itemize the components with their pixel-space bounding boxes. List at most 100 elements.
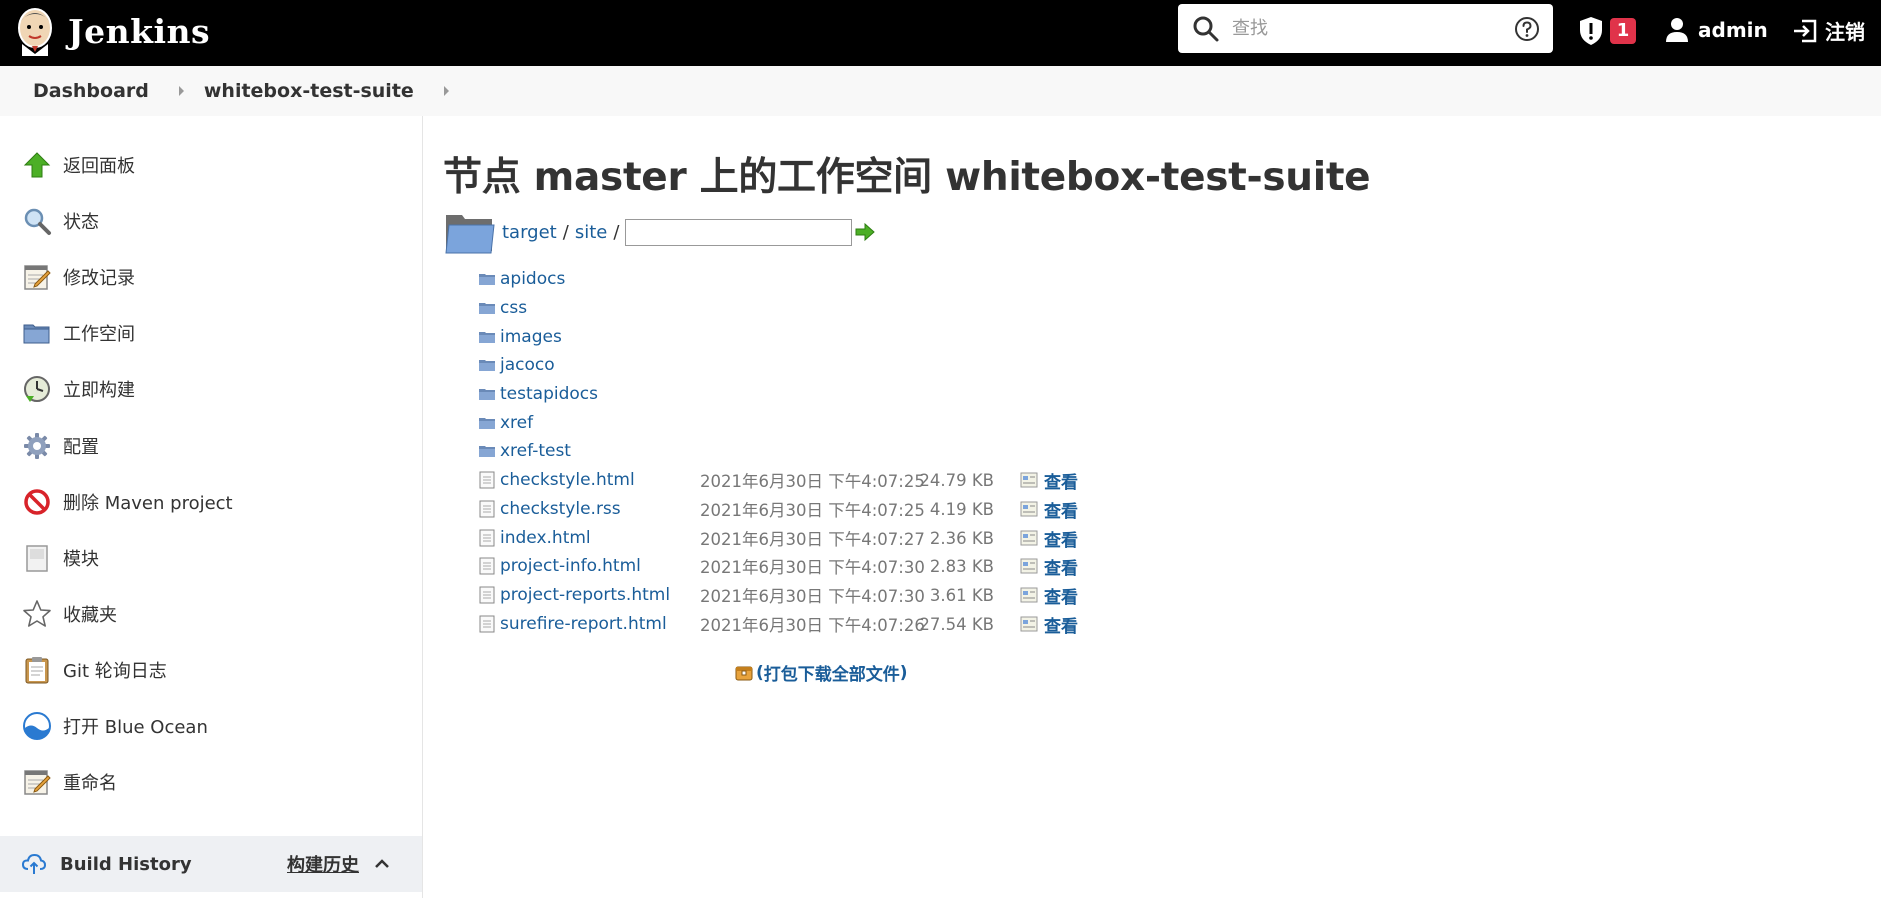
sidebar-item-configure[interactable]: 配置 [22,428,99,464]
sidebar-item-label: 工作空间 [63,324,135,345]
view-file-icon[interactable] [1020,501,1038,517]
download-open-paren: ( [756,662,764,683]
notepad-icon [24,265,51,290]
view-link[interactable]: 查看 [1044,497,1078,522]
breadcrumb-separator-icon[interactable] [443,86,449,96]
sidebar-item-rename[interactable]: 重命名 [22,764,117,800]
download-all-zip[interactable]: ( 打包下载全部文件 ) [734,660,908,685]
view-link[interactable]: 查看 [1044,526,1078,551]
list-item: jacoco [478,352,1098,378]
sidebar-item-status[interactable]: 状态 [22,203,99,239]
page-title: 节点 master 上的工作空间 whitebox-test-suite [443,155,1371,200]
file-icon [479,615,495,633]
view-file-icon[interactable] [1020,587,1038,603]
jenkins-logo[interactable]: Jenkins [14,6,210,56]
view-file-icon[interactable] [1020,616,1038,632]
file-size: 4.19 KB [929,499,994,519]
view-link[interactable]: 查看 [1044,554,1078,579]
breadcrumb-separator-icon[interactable] [178,86,184,96]
list-item: images [478,324,1098,350]
sidebar-item-git-polling-log[interactable]: Git 轮询日志 [22,652,167,688]
build-history-panel[interactable]: Build History 构建历史 [0,836,422,892]
sidebar-item-delete-project[interactable]: 删除 Maven project [22,484,233,520]
sidebar-item-label: 状态 [63,212,99,233]
file-link[interactable]: project-reports.html [500,585,670,605]
top-header: Jenkins 1 admin [0,0,1881,66]
folder-link[interactable]: xref-test [500,441,571,461]
list-item: xref-test [478,438,1098,464]
sidebar-item-workspace[interactable]: 工作空间 [22,315,135,351]
view-file-icon[interactable] [1020,558,1038,574]
user-menu[interactable]: admin [1664,16,1768,44]
notepad-icon [24,770,51,795]
file-link[interactable]: checkstyle.html [500,470,635,490]
search-icon [1193,16,1219,41]
sidebar-item-label: 修改记录 [63,268,135,289]
sidebar-item-back-to-dashboard[interactable]: 返回面板 [22,147,135,183]
folder-icon [445,215,495,254]
folder-icon [479,332,495,343]
path-separator: / [562,221,569,243]
folder-link[interactable]: css [500,298,527,318]
file-link[interactable]: checkstyle.rss [500,499,621,519]
file-link[interactable]: surefire-report.html [500,614,667,634]
logout-button[interactable]: 注销 [1791,16,1865,45]
list-item: css [478,295,1098,321]
breadcrumb: Dashboard whitebox-test-suite [0,66,1881,116]
file-icon [479,471,495,489]
security-alert[interactable]: 1 [1578,16,1636,46]
file-link[interactable]: project-info.html [500,556,641,576]
table-row: index.html 2021年6月30日 下午4:07:27 2.36 KB … [478,525,1098,551]
folder-link[interactable]: jacoco [500,355,555,375]
sidebar-item-modules[interactable]: 模块 [22,540,99,576]
workspace-path-bar: target / site / [444,208,876,256]
file-size: 3.61 KB [929,585,994,605]
folder-link[interactable]: testapidocs [500,384,598,404]
folder-icon [479,303,495,314]
sidebar-item-label: 收藏夹 [63,605,117,626]
search-input[interactable] [1232,8,1513,49]
sidebar-item-label: 模块 [63,549,99,570]
breadcrumb-dashboard[interactable]: Dashboard [33,80,149,102]
file-icon [479,529,495,547]
gear-icon [24,433,50,459]
file-size: 27.54 KB [919,614,994,634]
sidebar-item-label: 打开 Blue Ocean [63,717,208,738]
username: admin [1698,18,1768,42]
view-link[interactable]: 查看 [1044,612,1078,637]
sidebar-item-blue-ocean[interactable]: 打开 Blue Ocean [22,708,208,744]
sidebar-item-favorites[interactable]: 收藏夹 [22,596,117,632]
folder-link[interactable]: apidocs [500,269,565,289]
table-row: project-info.html 2021年6月30日 下午4:07:30 2… [478,553,1098,579]
sidebar-item-build-now[interactable]: 立即构建 [22,371,135,407]
help-icon[interactable] [1513,15,1541,43]
path-input[interactable] [625,218,853,246]
table-row: project-reports.html 2021年6月30日 下午4:07:3… [478,582,1098,608]
file-link[interactable]: index.html [500,528,591,548]
no-entry-icon [24,489,50,515]
folder-link[interactable]: images [500,327,562,347]
shield-icon [1580,17,1602,45]
view-file-icon[interactable] [1020,530,1038,546]
path-segment-site[interactable]: site [575,222,608,243]
download-close-paren: ) [899,662,908,683]
go-arrow-icon[interactable] [854,221,876,243]
folder-link[interactable]: xref [500,413,533,433]
jenkins-butler-icon [18,8,52,56]
sidebar-item-label: 删除 Maven project [63,493,233,514]
sidebar-item-label: 立即构建 [63,380,135,401]
chevron-up-icon[interactable] [372,854,392,874]
path-segment-target[interactable]: target [502,222,557,243]
file-icon [479,557,495,575]
logout-icon [1794,19,1817,42]
sidebar-item-changes[interactable]: 修改记录 [22,259,135,295]
view-link[interactable]: 查看 [1044,468,1078,493]
view-file-icon[interactable] [1020,472,1038,488]
build-history-link[interactable]: 构建历史 [287,851,359,877]
document-icon [26,545,48,572]
sidebar-item-label: 配置 [63,437,99,458]
folder-icon [479,418,495,429]
breadcrumb-project[interactable]: whitebox-test-suite [204,80,414,102]
view-link[interactable]: 查看 [1044,583,1078,608]
download-all-link[interactable]: 打包下载全部文件 [764,660,900,685]
